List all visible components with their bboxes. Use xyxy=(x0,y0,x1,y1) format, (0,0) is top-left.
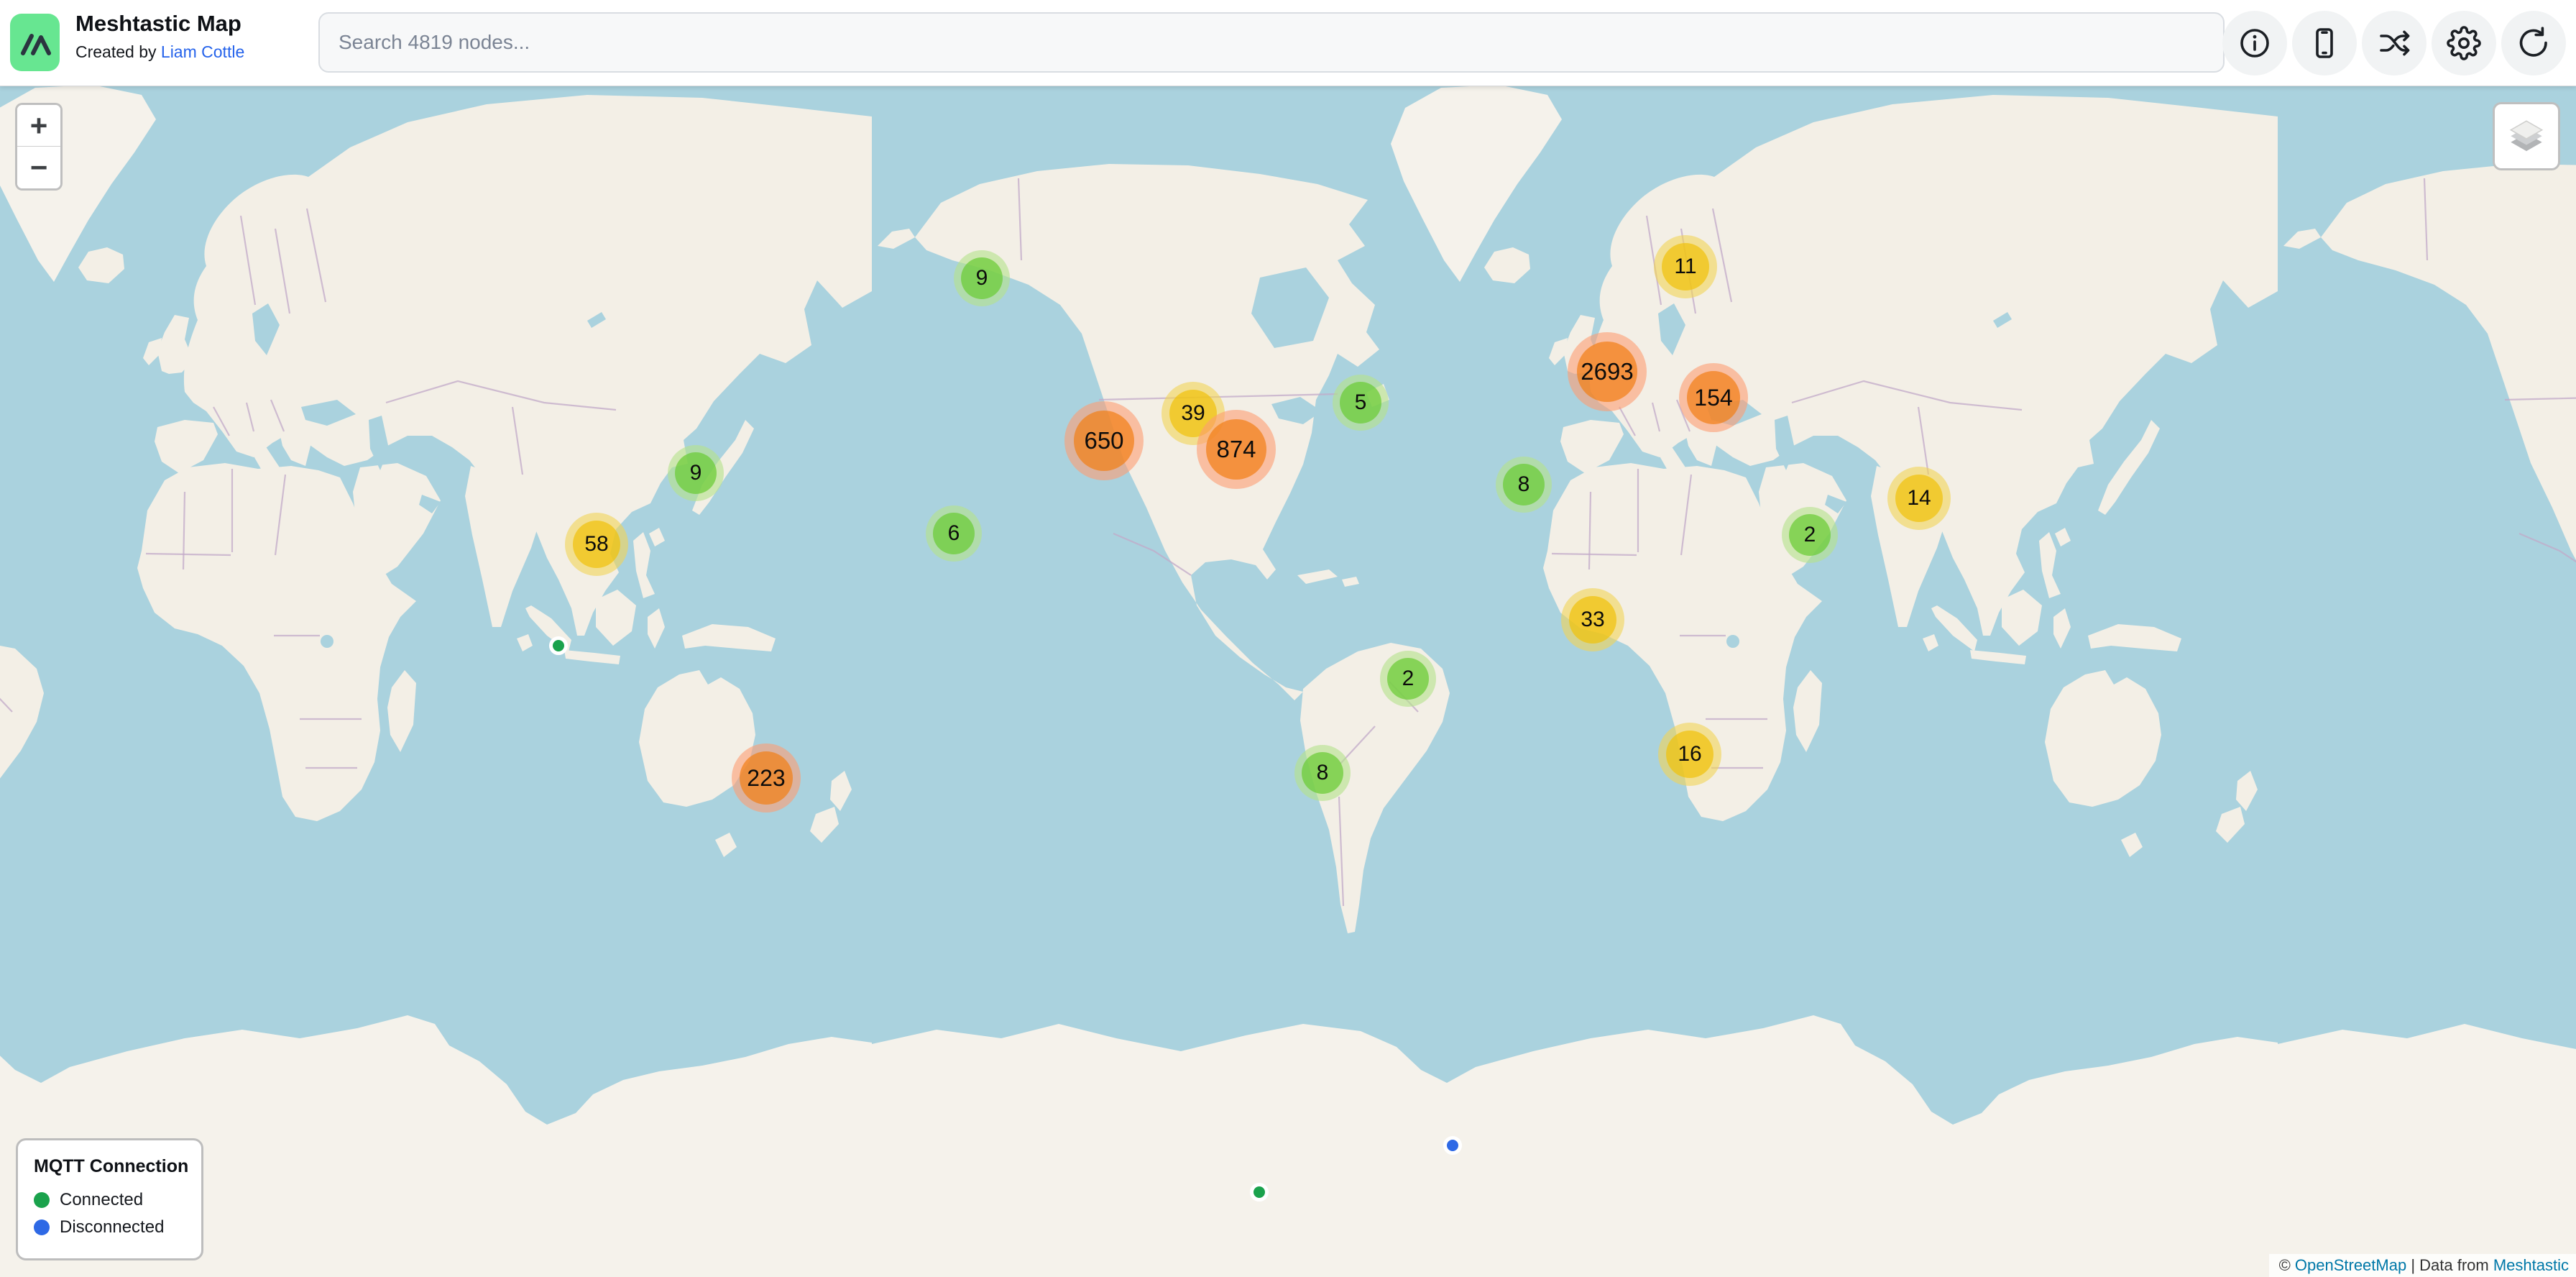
cluster-marker[interactable]: 14 xyxy=(1887,467,1951,530)
cluster-count: 8 xyxy=(1302,752,1343,794)
node-marker-connected[interactable] xyxy=(549,636,568,655)
zoom-control: + − xyxy=(15,103,63,191)
cluster-marker[interactable]: 2 xyxy=(1782,507,1838,563)
world-map[interactable]: 911269315439565087498142658332168223 xyxy=(0,0,2576,1277)
legend-label: Disconnected xyxy=(60,1217,164,1237)
attribution-separator: | Data from xyxy=(2406,1256,2493,1275)
cluster-count: 650 xyxy=(1074,411,1134,471)
cluster-marker[interactable]: 2 xyxy=(1380,651,1436,707)
cluster-count: 5 xyxy=(1340,382,1381,424)
meshtastic-map-app: 911269315439565087498142658332168223 Mes… xyxy=(0,0,2576,1277)
marker-layer: 911269315439565087498142658332168223 xyxy=(0,0,2576,1277)
shuffle-icon xyxy=(2377,26,2411,60)
cluster-marker[interactable]: 33 xyxy=(1561,588,1624,651)
cluster-marker[interactable]: 9 xyxy=(668,445,724,501)
legend-label: Connected xyxy=(60,1190,143,1210)
author-link[interactable]: Liam Cottle xyxy=(161,42,244,61)
refresh-icon xyxy=(2516,26,2551,60)
cluster-marker[interactable]: 5 xyxy=(1333,375,1389,431)
layers-icon xyxy=(2504,114,2549,159)
settings-button[interactable] xyxy=(2432,11,2496,75)
zoom-out-button[interactable]: − xyxy=(17,147,60,188)
meshtastic-link[interactable]: Meshtastic xyxy=(2493,1256,2569,1275)
cluster-marker[interactable]: 8 xyxy=(1496,457,1552,513)
page-title: Meshtastic Map xyxy=(75,10,244,38)
cluster-count: 33 xyxy=(1569,596,1616,644)
info-icon xyxy=(2237,26,2272,60)
cluster-count: 9 xyxy=(961,257,1003,299)
meshtastic-logo-icon xyxy=(14,22,56,63)
info-button[interactable] xyxy=(2222,11,2287,75)
legend-title: MQTT Connection xyxy=(34,1156,201,1177)
cluster-count: 2 xyxy=(1387,658,1429,700)
cluster-count: 223 xyxy=(740,751,793,805)
legend-item: Disconnected xyxy=(34,1217,201,1237)
cluster-count: 6 xyxy=(933,513,975,554)
subtitle-text: Created by xyxy=(75,42,161,61)
mqtt-connection-legend: MQTT Connection Connected Disconnected xyxy=(16,1138,203,1260)
map-attribution: © OpenStreetMap | Data from Meshtastic xyxy=(2269,1254,2576,1277)
mobile-app-button[interactable] xyxy=(2292,11,2357,75)
cluster-marker[interactable]: 58 xyxy=(565,513,628,576)
cluster-count: 14 xyxy=(1895,475,1943,522)
smartphone-icon xyxy=(2307,26,2342,60)
cluster-count: 11 xyxy=(1662,243,1709,290)
cluster-marker[interactable]: 154 xyxy=(1679,363,1748,432)
cluster-marker[interactable]: 223 xyxy=(732,743,801,813)
search-input[interactable] xyxy=(318,12,2225,73)
cluster-count: 2 xyxy=(1789,514,1831,556)
cluster-marker[interactable]: 9 xyxy=(954,250,1010,306)
layers-control[interactable] xyxy=(2493,102,2560,170)
cluster-marker[interactable]: 874 xyxy=(1197,410,1276,489)
refresh-button[interactable] xyxy=(2501,11,2566,75)
cluster-count: 16 xyxy=(1666,731,1714,778)
cluster-count: 9 xyxy=(675,452,717,494)
openstreetmap-link[interactable]: OpenStreetMap xyxy=(2295,1256,2406,1275)
cluster-marker[interactable]: 16 xyxy=(1658,723,1721,786)
cluster-count: 2693 xyxy=(1577,342,1637,402)
subtitle: Created by Liam Cottle xyxy=(75,42,244,62)
cluster-marker[interactable]: 2693 xyxy=(1568,332,1647,411)
shuffle-button[interactable] xyxy=(2362,11,2426,75)
cluster-marker[interactable]: 8 xyxy=(1294,745,1351,801)
meshtastic-logo xyxy=(10,14,60,71)
node-marker-connected[interactable] xyxy=(1250,1183,1269,1202)
gear-icon xyxy=(2447,26,2481,60)
copyright-text: © xyxy=(2279,1256,2295,1275)
node-marker-disconnected[interactable] xyxy=(1443,1136,1462,1155)
zoom-in-button[interactable]: + xyxy=(17,105,60,147)
cluster-marker[interactable]: 650 xyxy=(1064,401,1144,480)
legend-status-dot xyxy=(34,1219,50,1235)
cluster-count: 154 xyxy=(1687,371,1740,424)
legend-item: Connected xyxy=(34,1190,201,1210)
cluster-count: 8 xyxy=(1503,464,1545,505)
cluster-count: 874 xyxy=(1206,419,1266,480)
legend-status-dot xyxy=(34,1192,50,1208)
top-bar: Meshtastic Map Created by Liam Cottle xyxy=(0,0,2576,86)
cluster-marker[interactable]: 11 xyxy=(1654,235,1717,298)
cluster-count: 58 xyxy=(573,521,620,568)
cluster-marker[interactable]: 6 xyxy=(926,505,982,562)
